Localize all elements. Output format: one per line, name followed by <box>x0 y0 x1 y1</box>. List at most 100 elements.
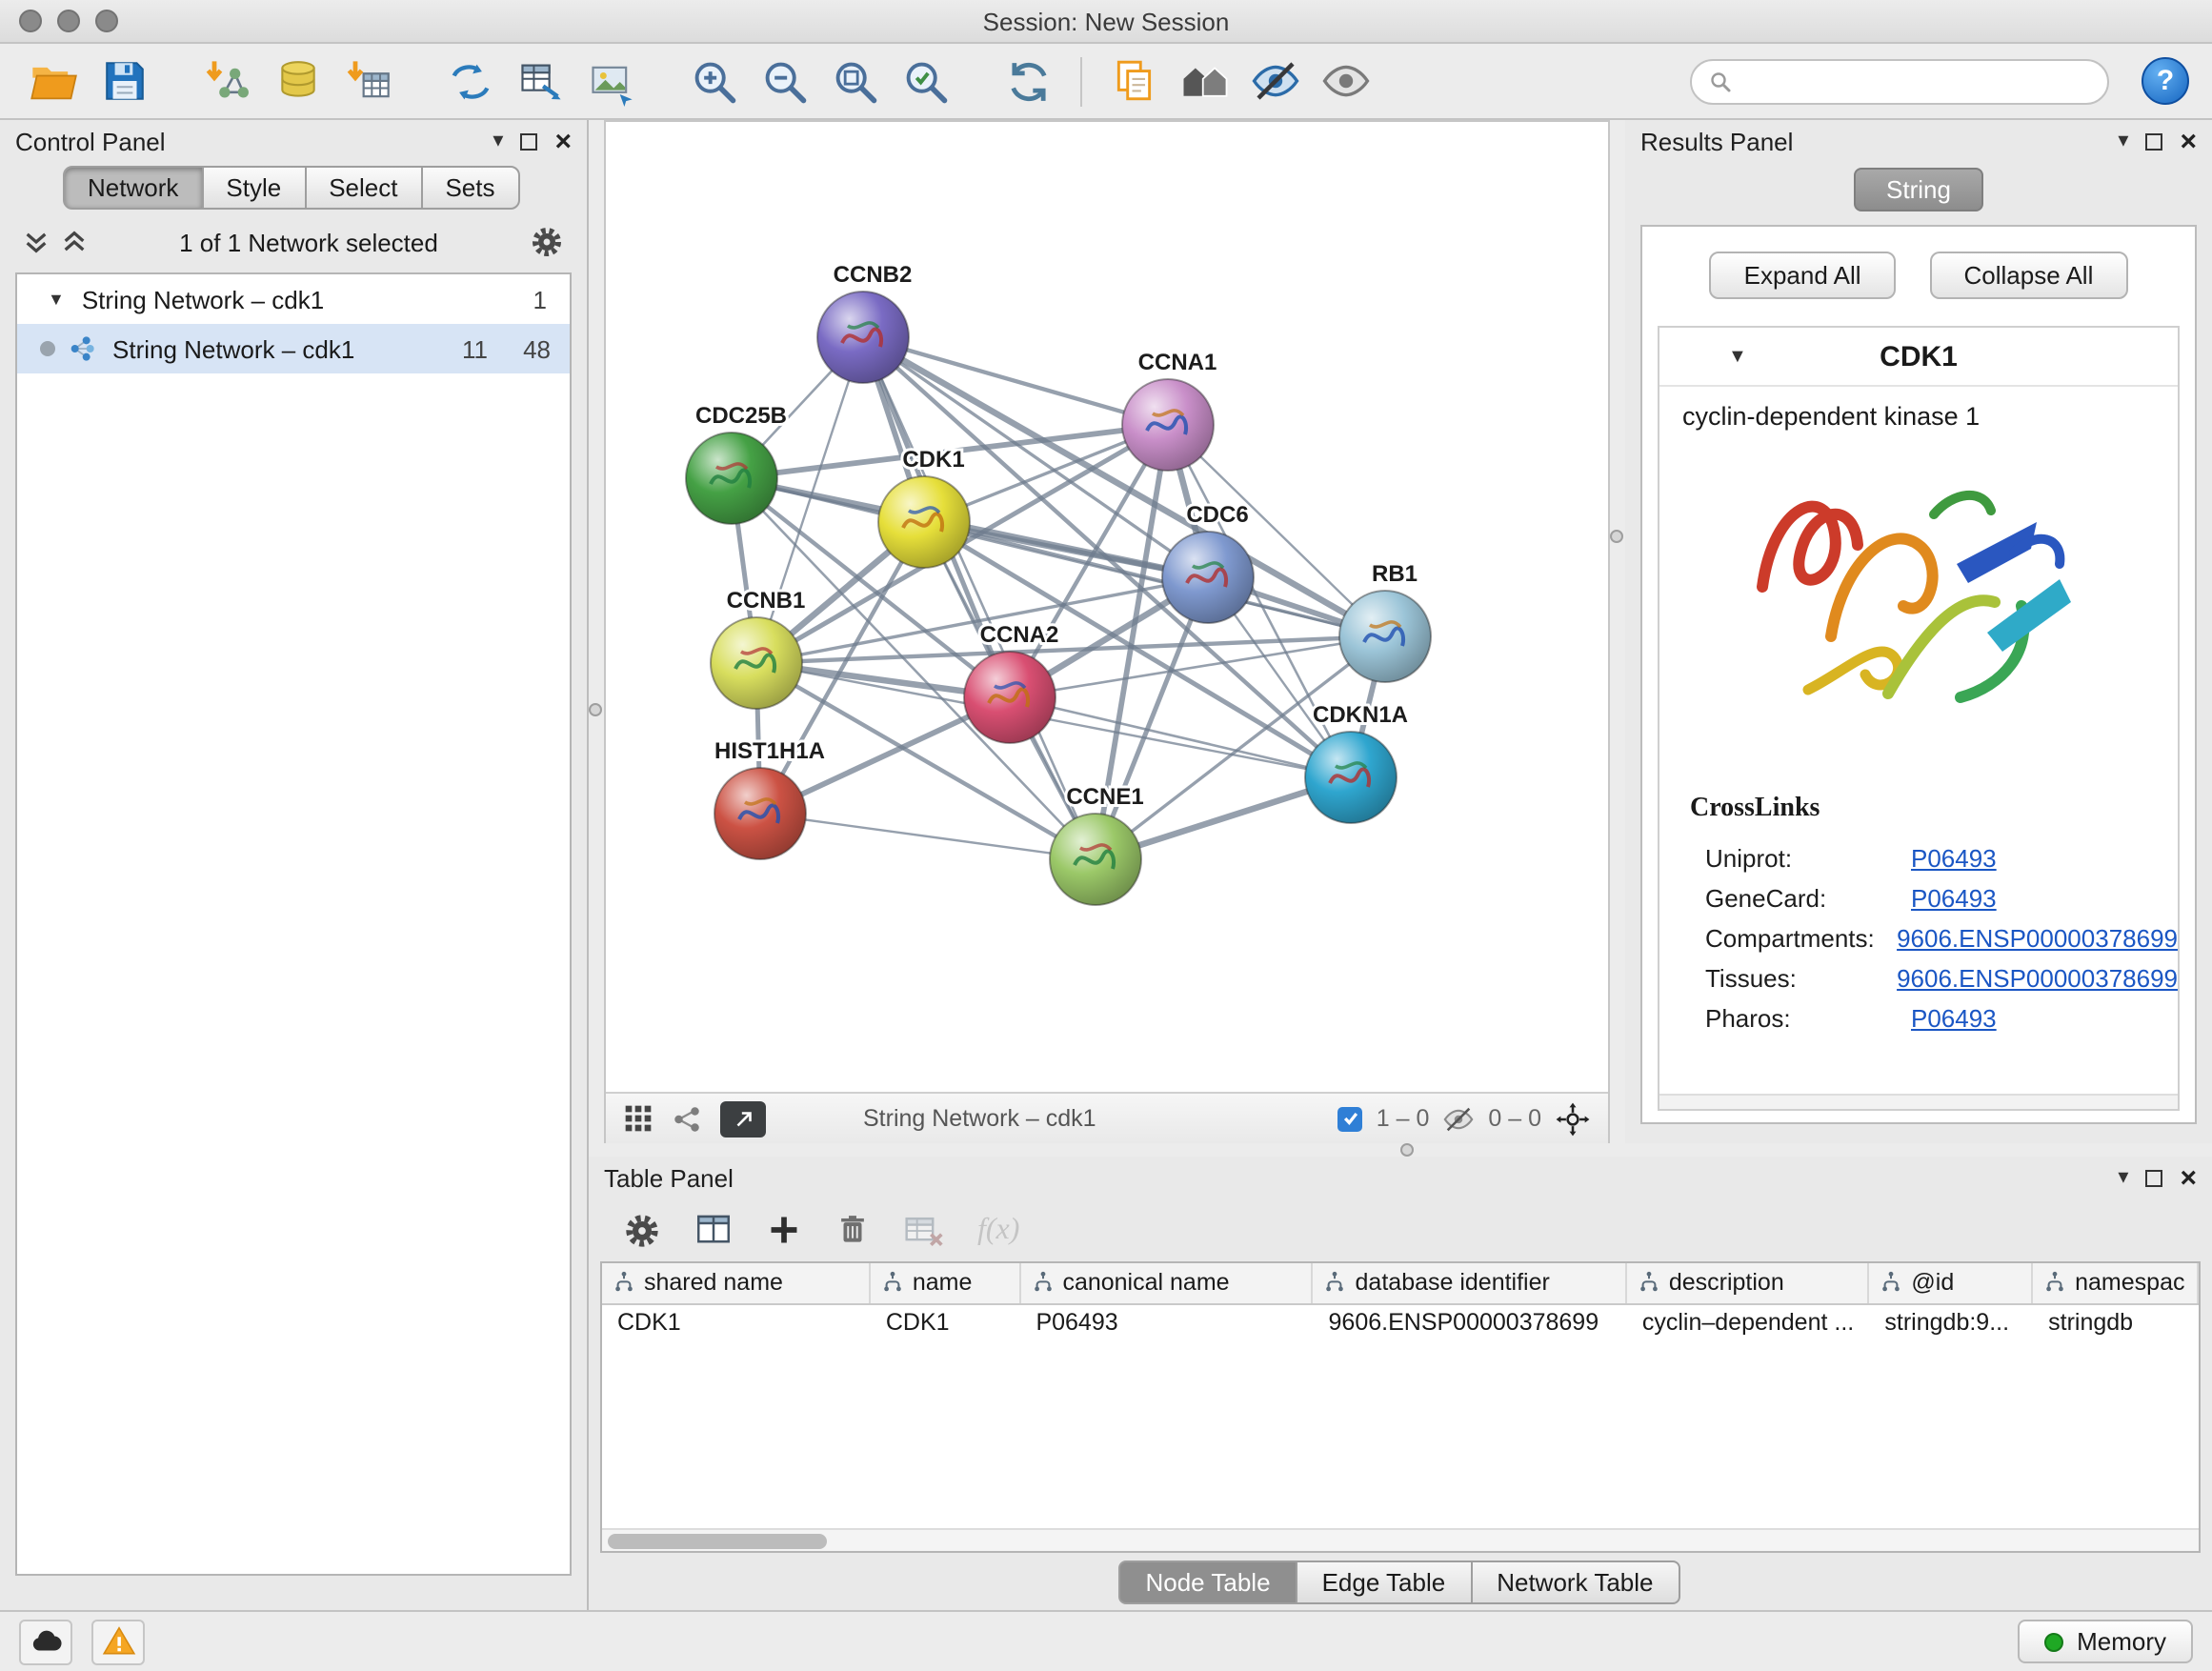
grid-icon[interactable] <box>623 1103 654 1134</box>
table-cell[interactable]: CDK1 <box>870 1303 1020 1341</box>
left-splitter[interactable] <box>589 120 604 1143</box>
zoom-selected-button[interactable] <box>895 50 956 111</box>
results-scrollbar[interactable] <box>1659 1094 2178 1109</box>
cloud-status-button[interactable] <box>19 1619 72 1664</box>
tab-sets[interactable]: Sets <box>420 166 519 210</box>
copy-documents-button[interactable] <box>1103 50 1164 111</box>
crosshair-move-icon[interactable] <box>1555 1100 1591 1137</box>
scrollbar-thumb[interactable] <box>608 1534 827 1549</box>
table-float-icon[interactable] <box>2145 1169 2162 1186</box>
column-header--id[interactable]: @id <box>1868 1263 2032 1303</box>
column-header-database-identifier[interactable]: database identifier <box>1313 1263 1626 1303</box>
protein-expand-triangle-icon[interactable]: ▼ <box>1728 347 1747 368</box>
collapse-all-icon[interactable] <box>23 229 50 255</box>
panel-float-icon[interactable] <box>520 132 537 150</box>
crosslink-link[interactable]: 9606.ENSP00000378699 <box>1897 964 2178 993</box>
table-settings-button[interactable] <box>623 1211 661 1249</box>
edge-HIST1H1A-CCNE1[interactable] <box>760 814 1096 859</box>
import-database-button[interactable] <box>267 50 328 111</box>
close-window-button[interactable] <box>19 10 42 32</box>
node-HIST1H1A[interactable]: HIST1H1A <box>714 738 825 859</box>
export-image-button[interactable] <box>581 50 642 111</box>
zoom-out-button[interactable] <box>754 50 815 111</box>
maximize-window-button[interactable] <box>95 10 118 32</box>
table-cell[interactable]: CDK1 <box>602 1303 870 1341</box>
node-RB1[interactable]: RB1 <box>1339 561 1431 682</box>
expand-triangle-icon[interactable]: ▼ <box>48 290 65 309</box>
zoom-in-button[interactable] <box>684 50 745 111</box>
search-input[interactable] <box>1741 68 2090 94</box>
results-collapse-icon[interactable]: ▾ <box>2118 131 2128 151</box>
hide-selected-button[interactable] <box>1244 50 1305 111</box>
warnings-button[interactable] <box>91 1619 145 1664</box>
table-collapse-icon[interactable]: ▾ <box>2118 1167 2128 1188</box>
search-field[interactable] <box>1690 58 2109 104</box>
show-all-button[interactable] <box>1315 50 1376 111</box>
table-cell[interactable]: stringdb:9... <box>1868 1303 2032 1341</box>
clear-table-button[interactable] <box>903 1209 945 1251</box>
function-builder-button[interactable]: f(x) <box>977 1213 1019 1247</box>
tab-network[interactable]: Network <box>63 166 203 210</box>
tab-edge-table[interactable]: Edge Table <box>1296 1560 1473 1603</box>
new-network-from-table-button[interactable] <box>511 50 572 111</box>
create-column-button[interactable] <box>766 1212 802 1248</box>
table-cell[interactable]: 9606.ENSP00000378699 <box>1313 1303 1626 1341</box>
show-columns-button[interactable] <box>694 1210 734 1250</box>
column-header-description[interactable]: description <box>1626 1263 1869 1303</box>
clone-network-button[interactable] <box>440 50 501 111</box>
crosslink-link[interactable]: P06493 <box>1911 844 1997 873</box>
minimize-window-button[interactable] <box>57 10 80 32</box>
table-cell[interactable]: cyclin–dependent ... <box>1626 1303 1869 1341</box>
node-CDC25B[interactable]: CDC25B <box>686 403 787 524</box>
right-splitter[interactable] <box>1610 120 1625 1143</box>
table-horizontal-scrollbar[interactable] <box>602 1528 2199 1551</box>
panel-collapse-icon[interactable]: ▾ <box>493 131 503 151</box>
expand-all-button[interactable]: Expand All <box>1710 252 1896 299</box>
import-network-button[interactable] <box>196 50 257 111</box>
apply-layout-button[interactable] <box>998 50 1059 111</box>
crosslink-link[interactable]: P06493 <box>1911 884 1997 913</box>
node-CCNB1[interactable]: CCNB1 <box>711 588 805 709</box>
edge-CCNB1-CDKN1A[interactable] <box>756 663 1351 777</box>
table-close-icon[interactable]: × <box>2180 1163 2197 1192</box>
table-cell[interactable]: stringdb <box>2032 1303 2198 1341</box>
network-collection-row[interactable]: ▼ String Network – cdk1 1 <box>17 274 570 324</box>
open-session-button[interactable] <box>23 50 84 111</box>
save-session-button[interactable] <box>93 50 154 111</box>
share-view-icon[interactable] <box>671 1102 703 1135</box>
node-CCNA1[interactable]: CCNA1 <box>1122 350 1217 471</box>
results-float-icon[interactable] <box>2145 132 2162 150</box>
table-cell[interactable]: P06493 <box>1019 1303 1312 1341</box>
node-CDC6[interactable]: CDC6 <box>1162 502 1254 623</box>
help-button[interactable]: ? <box>2142 57 2189 105</box>
edge-CCNB2-CCNE1[interactable] <box>863 337 1096 859</box>
zoom-fit-button[interactable] <box>825 50 886 111</box>
results-close-icon[interactable]: × <box>2180 127 2197 155</box>
memory-button[interactable]: Memory <box>2018 1620 2193 1663</box>
column-header-namespac[interactable]: namespac <box>2032 1263 2198 1303</box>
network-row-selected[interactable]: String Network – cdk1 11 48 <box>17 324 570 373</box>
tab-network-table[interactable]: Network Table <box>1470 1560 1679 1603</box>
crosslink-link[interactable]: P06493 <box>1911 1004 1997 1033</box>
tab-select[interactable]: Select <box>304 166 422 210</box>
node-CDK1[interactable]: CDK1 <box>878 447 970 568</box>
first-neighbors-button[interactable] <box>1174 50 1235 111</box>
network-canvas[interactable]: CCNB2CCNA1CDC25BCDK1CDC6RB1CCNB1CCNA2CDK… <box>606 122 1608 1092</box>
node-CCNB2[interactable]: CCNB2 <box>817 262 912 383</box>
edge-CCNA2-CDKN1A[interactable] <box>1010 697 1351 777</box>
selected-checkbox-icon[interactable] <box>1338 1106 1363 1131</box>
import-table-button[interactable] <box>337 50 398 111</box>
gear-icon[interactable] <box>530 225 564 259</box>
birdseye-view-button[interactable] <box>720 1100 766 1137</box>
tab-string[interactable]: String <box>1854 168 1983 211</box>
column-header-canonical-name[interactable]: canonical name <box>1019 1263 1312 1303</box>
column-header-shared-name[interactable]: shared name <box>602 1263 870 1303</box>
table-row[interactable]: CDK1CDK1P064939606.ENSP00000378699cyclin… <box>602 1303 2198 1341</box>
crosslink-link[interactable]: 9606.ENSP00000378699 <box>1897 924 2178 953</box>
column-header-name[interactable]: name <box>870 1263 1020 1303</box>
tab-style[interactable]: Style <box>201 166 306 210</box>
expand-up-icon[interactable] <box>61 229 88 255</box>
delete-column-button[interactable] <box>835 1212 871 1248</box>
tab-node-table[interactable]: Node Table <box>1118 1560 1297 1603</box>
node-CDKN1A[interactable]: CDKN1A <box>1305 702 1408 823</box>
